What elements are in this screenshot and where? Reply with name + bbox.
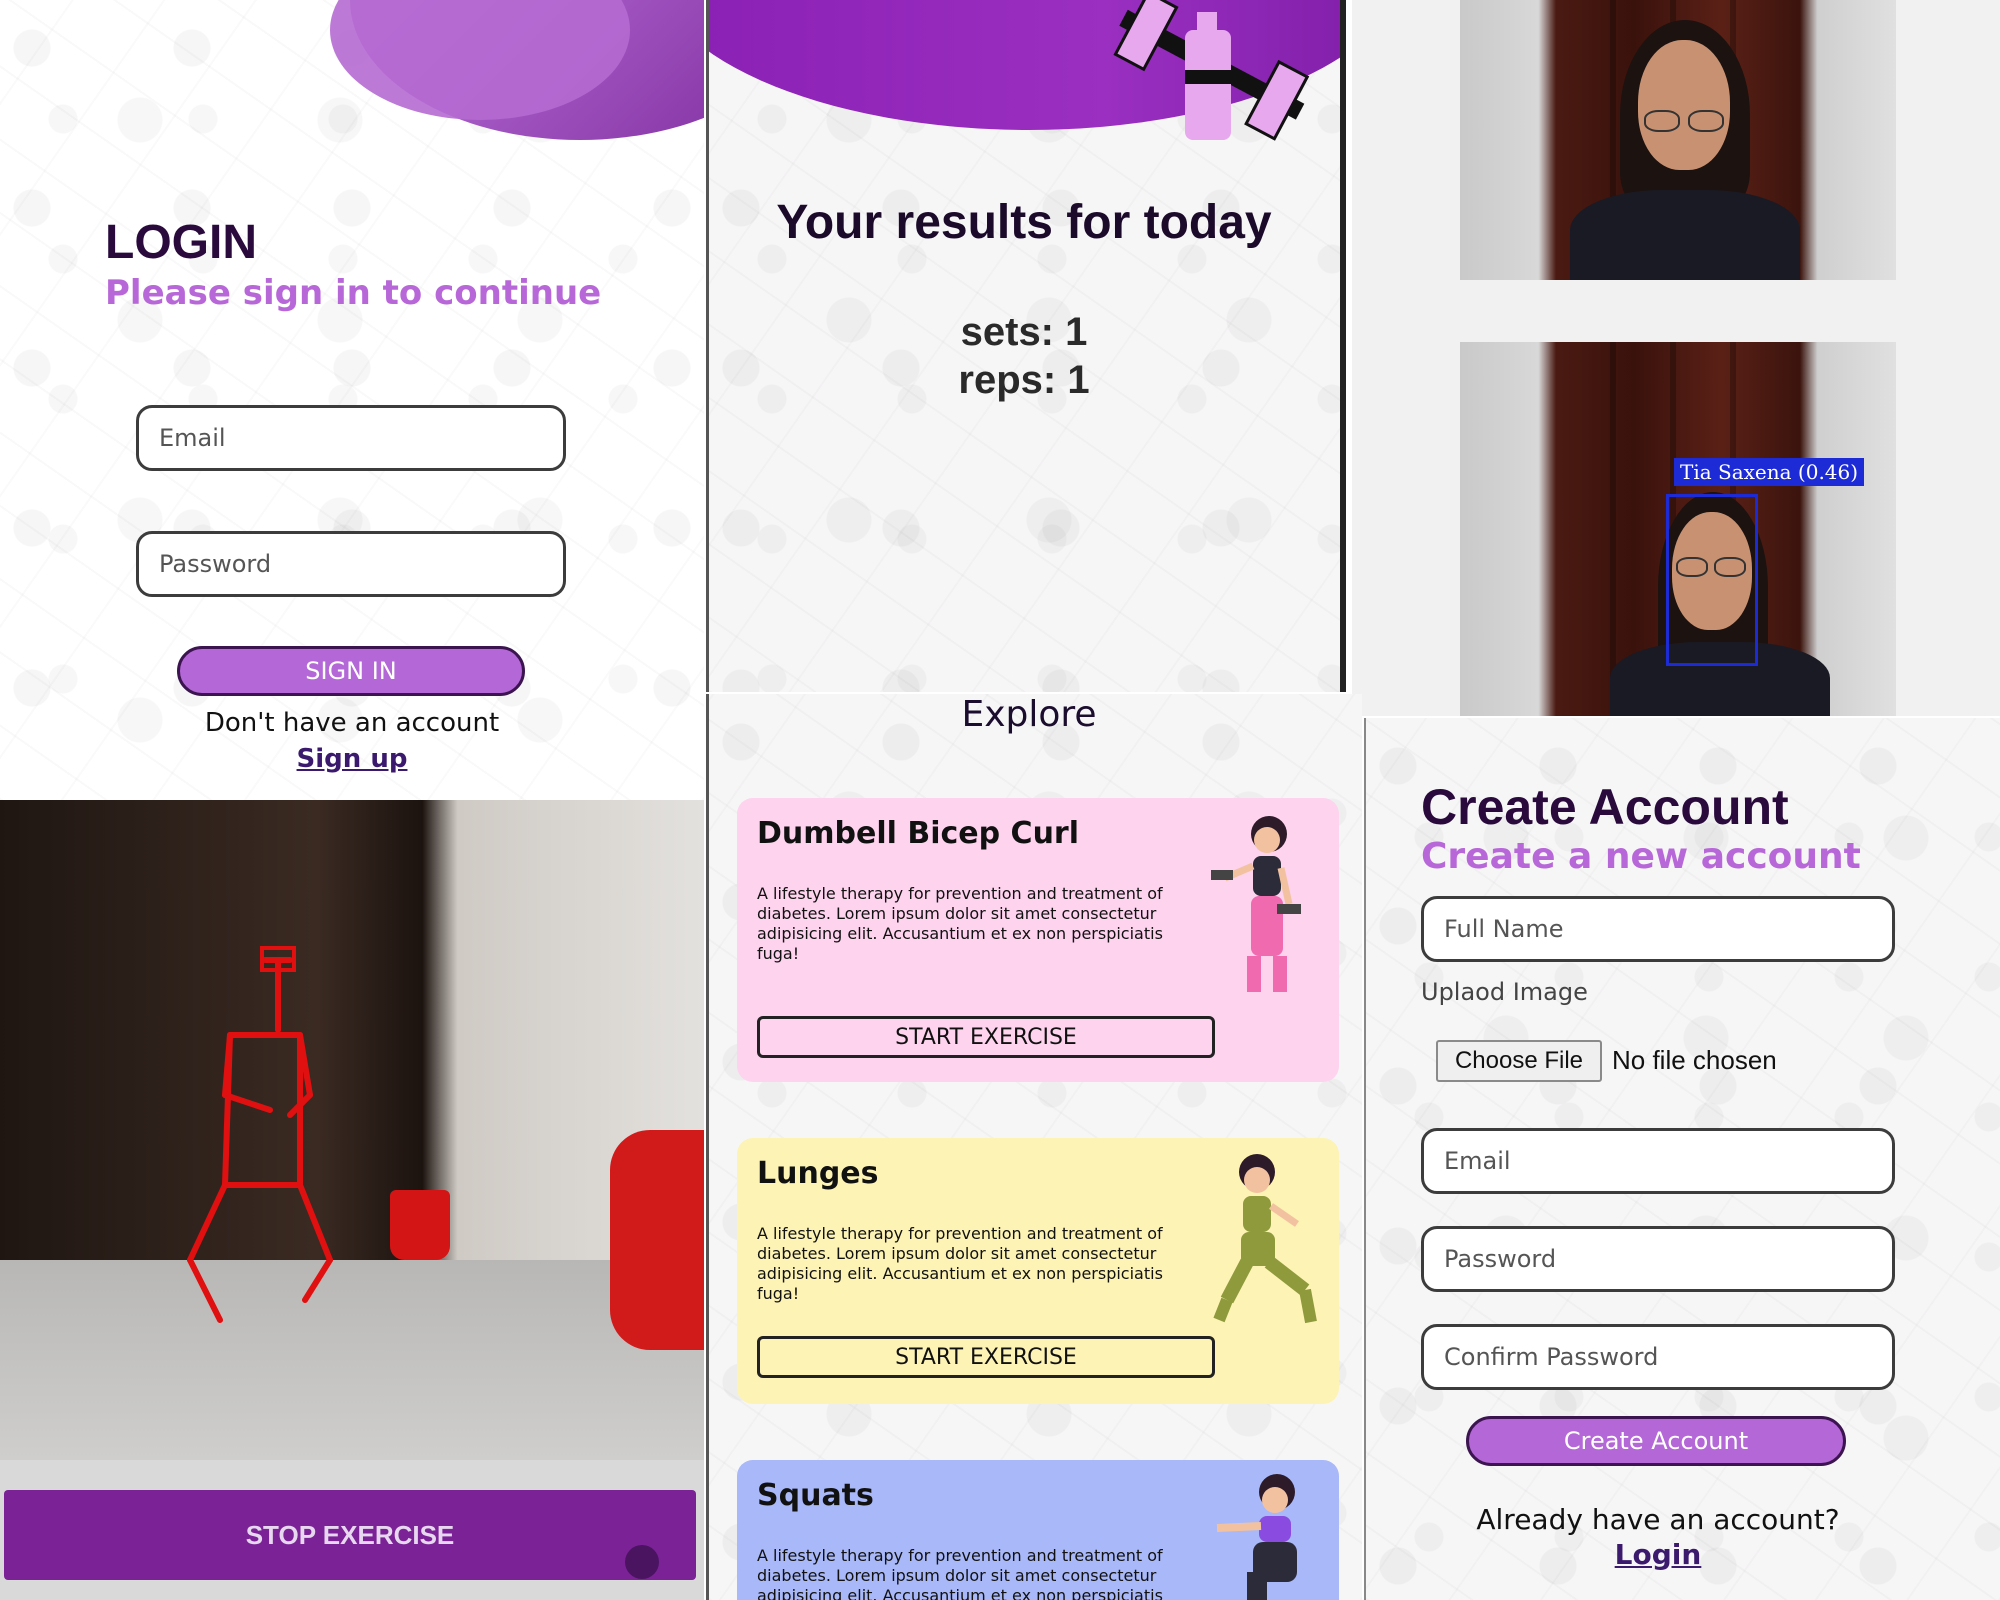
exercise-card-squats: Squats A lifestyle therapy for preventio… <box>737 1460 1339 1600</box>
face-detection-box <box>1666 494 1758 666</box>
exercise-card-bicep-curl: Dumbell Bicep Curl A lifestyle therapy f… <box>737 798 1339 1082</box>
red-chair <box>610 1130 704 1350</box>
login-title: LOGIN <box>105 216 257 269</box>
card-title: Lunges <box>757 1156 879 1191</box>
floating-action-button[interactable] <box>625 1545 659 1579</box>
start-exercise-button[interactable]: START EXERCISE <box>757 1336 1215 1378</box>
card-title: Dumbell Bicep Curl <box>757 816 1080 851</box>
card-description: A lifestyle therapy for prevention and t… <box>757 1224 1163 1303</box>
explore-title: Explore <box>961 694 1097 735</box>
face-detection-label: Tia Saxena (0.46) <box>1674 458 1865 486</box>
exercise-video-screen: STOP EXERCISE <box>0 800 704 1600</box>
explore-screen: Explore Dumbell Bicep Curl A lifestyle t… <box>706 694 1362 1600</box>
woman-lunge-illustration <box>1213 1154 1317 1324</box>
signup-password-input[interactable]: Password <box>1421 1226 1895 1292</box>
camera-feed-top <box>1460 0 1896 280</box>
reps-count: reps: 1 <box>958 358 1090 402</box>
login-subtitle: Please sign in to continue <box>105 273 602 313</box>
face-recognition-screen: Tia Saxena (0.46) <box>1352 0 2000 716</box>
no-file-chosen-text: No file chosen <box>1612 1045 1777 1075</box>
choose-file-button[interactable]: Choose File <box>1436 1040 1602 1082</box>
sign-up-link[interactable]: Sign up <box>0 744 704 774</box>
pose-skeleton <box>187 946 333 1323</box>
login-password-input[interactable]: Password <box>136 531 566 597</box>
dumbbell-bottle-icon <box>1113 0 1310 141</box>
card-description: A lifestyle therapy for prevention and t… <box>757 884 1163 963</box>
sign-in-button[interactable]: SIGN IN <box>177 646 525 696</box>
results-screen: Your results for today sets: 1 reps: 1 <box>706 0 1346 692</box>
have-account-text: Already have an account? <box>1476 1503 1840 1536</box>
login-link[interactable]: Login <box>1366 1538 1950 1571</box>
card-description: A lifestyle therapy for prevention and t… <box>757 1546 1163 1600</box>
create-account-title: Create Account <box>1421 779 1789 835</box>
full-name-input[interactable]: Full Name <box>1421 896 1895 962</box>
sets-count: sets: 1 <box>960 310 1088 354</box>
start-exercise-button[interactable]: START EXERCISE <box>757 1016 1215 1058</box>
camera-feed-bottom: Tia Saxena (0.46) <box>1460 342 1896 716</box>
stop-exercise-button[interactable]: STOP EXERCISE <box>4 1490 696 1580</box>
upload-image-label: Uplaod Image <box>1421 978 1588 1006</box>
woman-squat-illustration <box>1216 1474 1297 1600</box>
exercise-card-lunges: Lunges A lifestyle therapy for preventio… <box>737 1138 1339 1404</box>
create-account-subtitle: Create a new account <box>1421 836 1861 877</box>
signup-email-input[interactable]: Email <box>1421 1128 1895 1194</box>
login-email-input[interactable]: Email <box>136 405 566 471</box>
red-bucket <box>390 1190 450 1260</box>
results-title: Your results for today <box>776 196 1272 249</box>
login-screen: LOGIN Please sign in to continue Email P… <box>0 0 704 800</box>
create-account-button[interactable]: Create Account <box>1466 1416 1846 1466</box>
woman-dumbbell-illustration <box>1211 816 1301 992</box>
create-account-screen: Create Account Create a new account Full… <box>1364 718 2000 1600</box>
no-account-text: Don't have an account <box>204 708 500 738</box>
card-title: Squats <box>757 1478 874 1513</box>
confirm-password-input[interactable]: Confirm Password <box>1421 1324 1895 1390</box>
